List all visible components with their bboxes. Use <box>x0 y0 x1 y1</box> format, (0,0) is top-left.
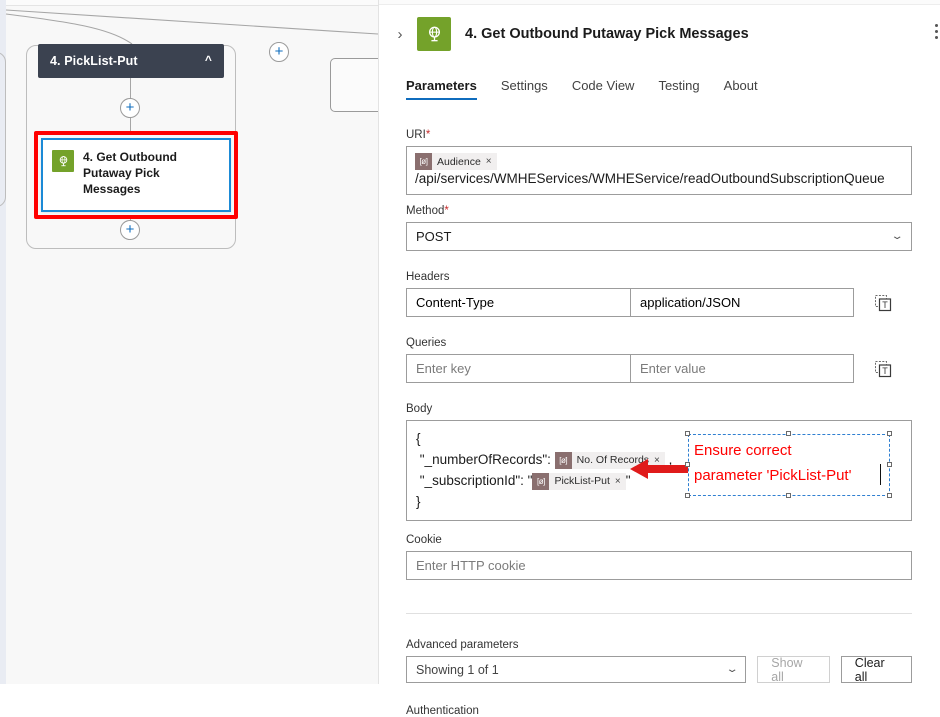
tab-settings[interactable]: Settings <box>501 78 548 100</box>
svg-text:T: T <box>882 300 888 310</box>
uri-path-text: /api/services/WMHEServices/WMHEService/r… <box>415 171 885 187</box>
token-icon: [ø] <box>415 153 432 171</box>
parameters-form: URI* [ø] Audience × /api/services/WMHESe… <box>406 128 912 717</box>
add-action-button-branch[interactable]: + <box>269 42 289 62</box>
resize-handle-s[interactable] <box>786 493 791 498</box>
panel-tabs: Parameters Settings Code View Testing Ab… <box>406 78 940 106</box>
adjacent-node-partial[interactable] <box>330 58 378 112</box>
svg-text:T: T <box>882 366 888 376</box>
query-key-input[interactable]: Enter key <box>406 354 630 384</box>
cookie-input[interactable]: Enter HTTP cookie <box>406 551 912 581</box>
advanced-parameters-value: Showing 1 of 1 <box>416 662 499 677</box>
more-vertical-icon[interactable] <box>935 24 938 39</box>
chevron-down-icon[interactable]: ⌄ <box>725 664 738 675</box>
method-select[interactable]: POST ⌄ <box>406 222 912 252</box>
header-key-input[interactable]: Content-Type <box>406 288 630 318</box>
method-value: POST <box>416 229 452 245</box>
header-key-value: Content-Type <box>416 295 495 311</box>
resize-handle-nw[interactable] <box>685 431 690 436</box>
headers-row: Content-Type application/JSON T <box>406 288 912 318</box>
token-label: PickList-Put <box>554 475 610 487</box>
body-key-subscription-id: "_subscriptionId": " <box>419 473 533 489</box>
resize-handle-sw[interactable] <box>685 493 690 498</box>
tab-parameters[interactable]: Parameters <box>406 78 477 100</box>
connector-line-top <box>130 78 131 100</box>
add-action-button-top[interactable]: + <box>120 98 140 118</box>
method-label-text: Method <box>406 205 445 218</box>
query-value-placeholder: Enter value <box>640 361 706 377</box>
switch-to-text-mode-icon[interactable]: T <box>874 360 892 378</box>
resize-handle-w[interactable] <box>685 462 690 467</box>
section-divider <box>406 613 912 615</box>
uri-label: URI* <box>406 128 912 142</box>
resize-handle-se[interactable] <box>887 493 892 498</box>
scope-header-picklist-put[interactable]: 4. PickList-Put ^ <box>38 44 224 78</box>
close-icon[interactable]: × <box>615 471 621 492</box>
clear-all-button[interactable]: Clear all <box>840 656 912 684</box>
scope-container-partial <box>0 52 6 207</box>
tab-code-view[interactable]: Code View <box>572 78 635 100</box>
advanced-parameters-row: Showing 1 of 1 ⌄ Show all Clear all <box>406 656 912 684</box>
resize-handle-ne[interactable] <box>887 431 892 436</box>
tab-testing[interactable]: Testing <box>658 78 699 100</box>
cookie-label: Cookie <box>406 534 442 547</box>
tab-about[interactable]: About <box>724 78 758 100</box>
annotation-textbox[interactable]: Ensure correct parameter 'PickList-Put' <box>685 431 892 498</box>
body-key-number-of-records: "_numberOfRecords": <box>419 452 551 468</box>
chevron-right-icon[interactable]: › <box>389 26 411 43</box>
resize-handle-n[interactable] <box>786 431 791 436</box>
uri-input[interactable]: [ø] Audience × /api/services/WMHEService… <box>406 146 912 196</box>
annotation-text: Ensure correct parameter 'PickList-Put' <box>694 442 852 484</box>
workflow-canvas[interactable]: 4. PickList-Put ^ + 4. Get Outbound Puta… <box>0 0 378 684</box>
headers-label: Headers <box>406 271 450 284</box>
token-picklist-put[interactable]: [ø] PickList-Put × <box>532 471 626 492</box>
http-globe-icon <box>417 17 451 51</box>
chevron-down-icon[interactable]: ⌄ <box>890 231 903 242</box>
required-marker: * <box>425 129 431 141</box>
uri-label-text: URI <box>406 129 426 141</box>
header-value-input[interactable]: application/JSON <box>630 288 854 318</box>
chevron-up-icon[interactable]: ^ <box>205 54 212 66</box>
header-value-value: application/JSON <box>640 295 741 311</box>
advanced-parameters-select[interactable]: Showing 1 of 1 ⌄ <box>406 656 747 684</box>
query-key-placeholder: Enter key <box>416 361 471 377</box>
queries-label: Queries <box>406 337 447 350</box>
page-title: 4. Get Outbound Putaway Pick Messages <box>465 26 749 42</box>
token-label: Audience <box>437 155 481 168</box>
canvas-top-edge <box>0 0 378 6</box>
token-icon: [ø] <box>554 452 572 469</box>
panel-top-edge <box>379 0 940 5</box>
http-globe-icon <box>52 150 74 172</box>
required-marker: * <box>444 205 449 218</box>
advanced-parameters-label: Advanced parameters <box>406 639 519 652</box>
queries-row: Enter key Enter value T <box>406 354 912 384</box>
token-icon: [ø] <box>532 473 550 490</box>
close-icon[interactable]: × <box>486 156 492 167</box>
panel-header: › 4. Get Outbound Putaway Pick Messages <box>379 10 940 58</box>
scope-title: 4. PickList-Put <box>50 54 138 68</box>
show-all-button[interactable]: Show all <box>757 656 830 684</box>
add-action-button-bottom[interactable]: + <box>120 220 140 240</box>
cookie-placeholder: Enter HTTP cookie <box>416 558 526 574</box>
action-node-label: 4. Get Outbound Putaway Pick Messages <box>83 150 177 196</box>
uri-token-row: [ø] Audience × <box>415 153 904 171</box>
body-label: Body <box>406 403 433 416</box>
action-node-get-outbound-putaway-pick-messages[interactable]: 4. Get Outbound Putaway Pick Messages <box>41 138 231 212</box>
switch-to-text-mode-icon[interactable]: T <box>874 294 892 312</box>
method-label: Method* <box>406 204 912 218</box>
resize-handle-e[interactable] <box>887 462 892 467</box>
token-audience[interactable]: [ø] Audience × <box>415 153 497 171</box>
red-left-arrow <box>630 459 688 479</box>
query-value-input[interactable]: Enter value <box>630 354 854 384</box>
text-cursor <box>879 464 881 485</box>
authentication-label: Authentication <box>406 705 479 717</box>
